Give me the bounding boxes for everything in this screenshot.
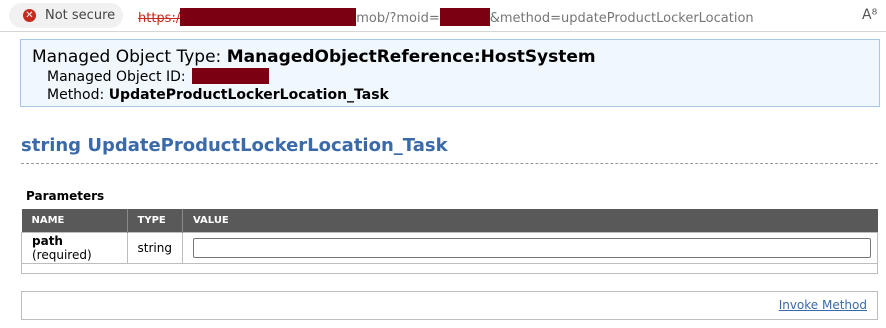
invoke-method-link[interactable]: Invoke Method	[779, 298, 867, 312]
column-header-name: NAME	[21, 209, 128, 233]
url-scheme: https:/	[138, 11, 181, 26]
table-spacer-row	[21, 263, 878, 274]
url-field[interactable]: https:/ mob/?moid= &method=updateProductLo…	[138, 8, 754, 26]
object-type-label: Managed Object Type:	[32, 47, 222, 67]
section-divider	[21, 163, 878, 164]
table-row: path (required) string	[21, 232, 878, 264]
path-input[interactable]	[193, 238, 871, 258]
param-qualifier: (required)	[32, 248, 92, 262]
param-name: path	[32, 234, 63, 248]
column-header-type: TYPE	[127, 209, 184, 233]
param-name-cell: path (required)	[21, 232, 128, 264]
object-id-line: Managed Object ID:	[47, 68, 269, 85]
url-query: &method=updateProductLockerLocation	[489, 11, 754, 26]
parameters-table: NAME TYPE VALUE path (required) string	[21, 209, 878, 274]
method-label: Method:	[47, 87, 105, 103]
param-value-cell	[182, 232, 878, 264]
security-label: Not secure	[45, 8, 116, 23]
object-header: Managed Object Type: ManagedObjectRefere…	[20, 39, 880, 107]
not-secure-icon: ✕	[23, 9, 36, 22]
redacted-host	[180, 8, 357, 26]
method-line: Method: UpdateProductLockerLocation_Task	[47, 87, 389, 103]
redacted-moid	[439, 8, 490, 26]
security-indicator[interactable]: ✕ Not secure	[9, 3, 123, 28]
address-bar: ✕ Not secure https:/ mob/?moid= &method=up…	[0, 0, 886, 32]
object-type-value: ManagedObjectReference:HostSystem	[226, 47, 596, 67]
invoke-panel: Invoke Method	[21, 291, 878, 320]
object-id-label: Managed Object ID:	[47, 69, 186, 85]
reader-mode-icon[interactable]: A⁸	[862, 7, 877, 23]
method-signature-title: string UpdateProductLockerLocation_Task	[21, 135, 448, 156]
redacted-object-id	[191, 68, 269, 84]
param-type: string	[126, 232, 184, 264]
column-header-value: VALUE	[182, 209, 878, 233]
url-path: mob/?moid=	[356, 11, 440, 26]
parameters-header-row: NAME TYPE VALUE	[21, 209, 878, 233]
method-value: UpdateProductLockerLocation_Task	[108, 87, 389, 103]
object-type-line: Managed Object Type: ManagedObjectRefere…	[32, 47, 596, 67]
parameters-heading: Parameters	[26, 189, 105, 203]
